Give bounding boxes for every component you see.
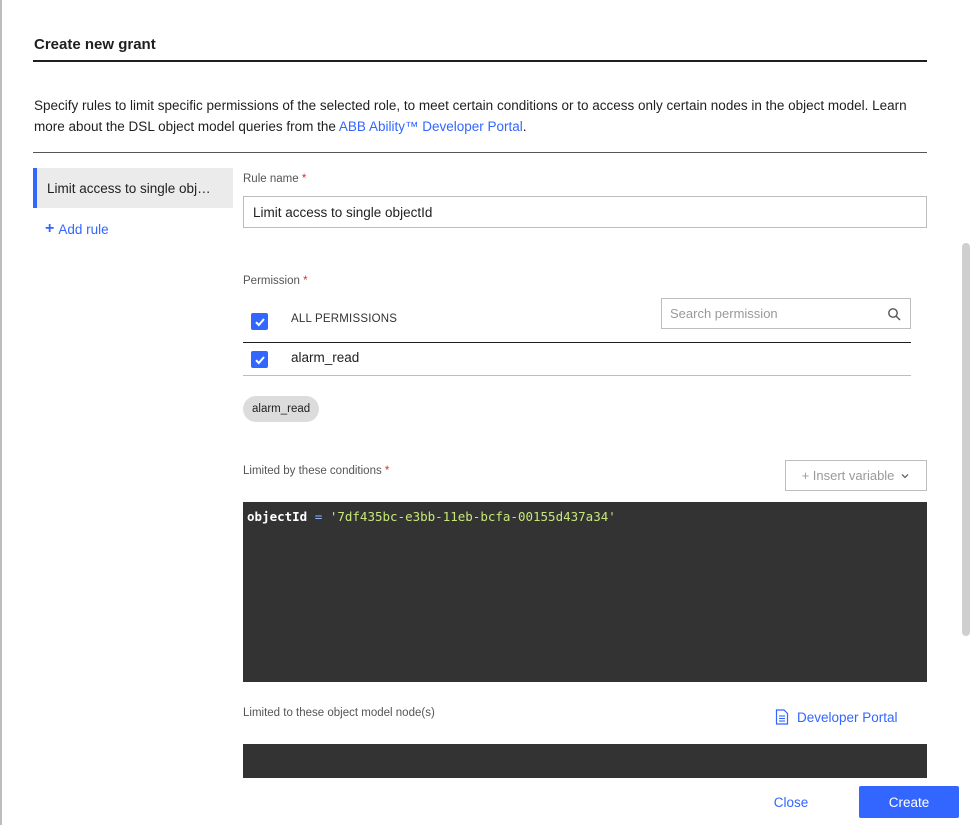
document-icon [775,709,789,725]
nodes-label: Limited to these object model node(s) [243,707,435,719]
title-divider [33,60,927,62]
conditions-label: Limited by these conditions * [243,465,389,477]
search-icon[interactable] [887,307,901,321]
left-border [0,0,2,825]
rule-name-label: Rule name * [243,173,306,185]
rule-name-input[interactable] [243,196,927,228]
rule-list-item-label: Limit access to single obj… [47,180,211,196]
developer-portal-link[interactable]: ABB Ability™ Developer Portal [339,119,523,134]
required-mark: * [301,173,307,185]
conditions-label-text: Limited by these conditions [243,465,382,477]
description-divider [33,152,927,153]
nodes-code-editor[interactable] [243,744,927,778]
dialog-title: Create new grant [34,36,156,53]
conditions-code-editor[interactable]: objectId = '7df435bc-e3bb-11eb-bcfa-0015… [243,502,927,682]
add-rule-button[interactable]: + Add rule [45,221,109,237]
create-button[interactable]: Create [859,786,959,818]
all-permissions-checkbox[interactable] [251,313,268,330]
scrollbar-thumb[interactable] [962,243,970,636]
checkbox-checked-icon [254,317,265,326]
add-rule-label: Add rule [58,221,109,237]
code-string-value: '7df435bc-e3bb-11eb-bcfa-00155d437a34' [329,509,616,524]
create-grant-dialog: Create new grant Specify rules to limit … [0,0,973,825]
description-suffix: . [522,119,527,134]
insert-variable-label: + Insert variable [801,468,895,483]
plus-icon: + [45,220,55,237]
permission-label: Permission * [243,275,308,287]
permission-name: alarm_read [291,350,360,365]
required-mark: * [303,275,308,287]
developer-portal-button[interactable]: Developer Portal [775,709,898,725]
permission-search [661,298,911,329]
code-identifier: objectId [247,509,308,524]
all-permissions-label: ALL PERMISSIONS [291,313,398,325]
close-button[interactable]: Close [758,787,824,818]
permission-search-input[interactable] [662,299,877,328]
code-operator: = [314,509,323,524]
dialog-description: Specify rules to limit specific permissi… [34,95,924,137]
rule-name-label-text: Rule name [243,173,299,185]
chevron-down-icon [901,473,909,478]
required-mark: * [384,465,390,477]
selected-permission-chip[interactable]: alarm_read [243,396,320,422]
permission-row-divider [243,375,911,376]
checkbox-checked-icon [254,355,265,364]
insert-variable-dropdown[interactable]: + Insert variable [785,460,927,491]
permission-label-text: Permission [243,275,300,287]
rule-list-item[interactable]: Limit access to single obj… [33,168,233,208]
permission-checkbox-alarm-read[interactable] [251,351,268,368]
permission-header-divider [243,342,911,343]
developer-portal-label: Developer Portal [797,709,898,725]
